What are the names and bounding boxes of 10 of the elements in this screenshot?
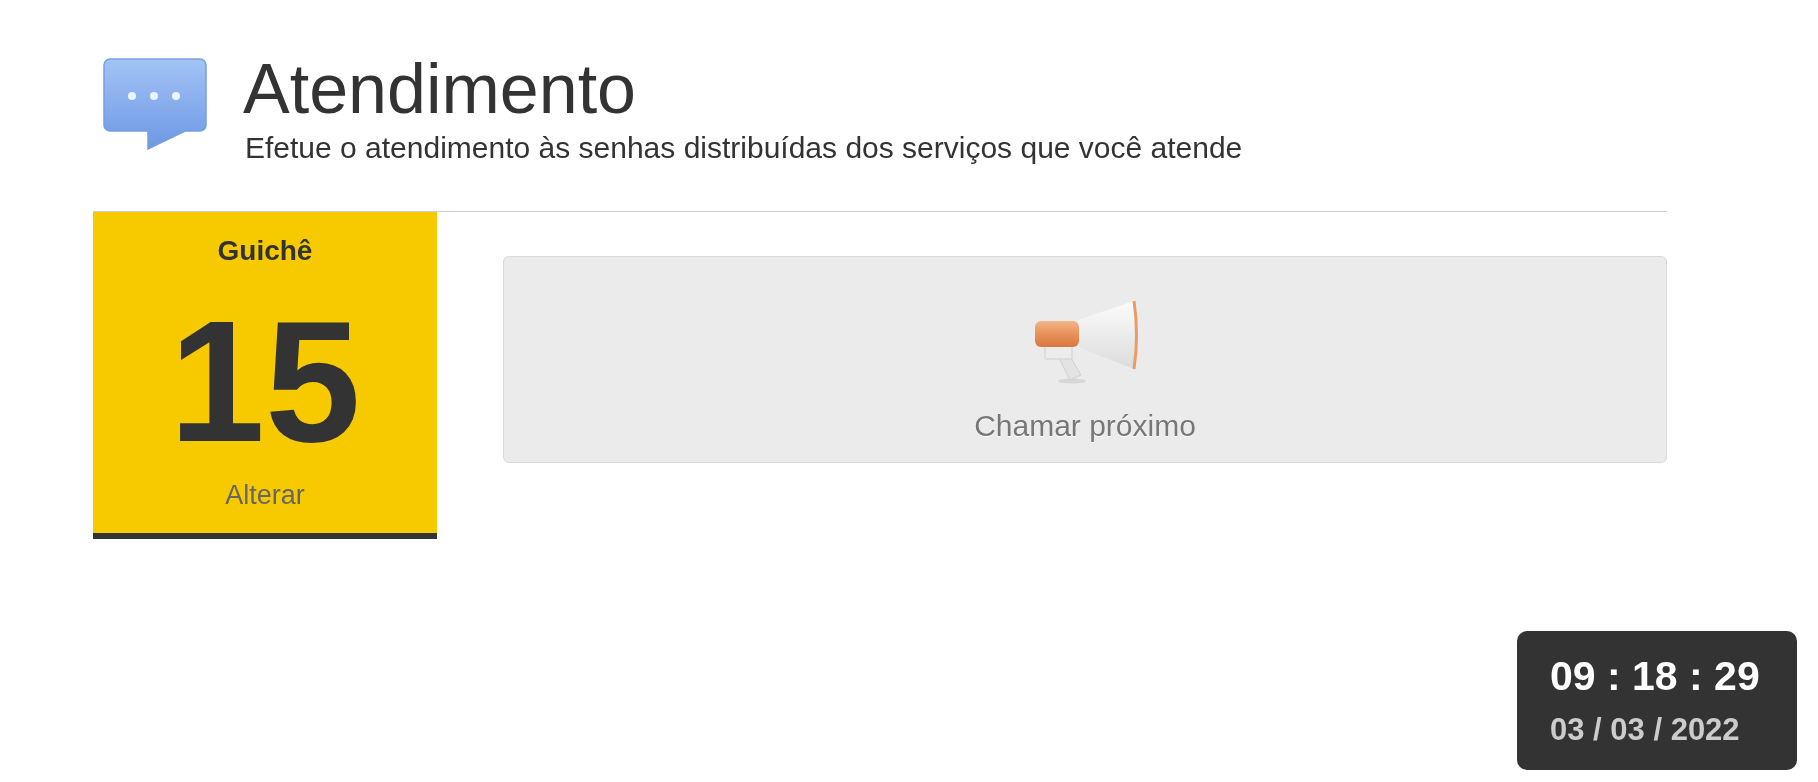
megaphone-icon [1032, 298, 1138, 385]
chat-bubble-icon [103, 58, 207, 150]
counter-label: Guichê [217, 236, 313, 266]
call-next-button[interactable]: Chamar próximo [503, 256, 1667, 463]
counter-number: 15 [169, 295, 361, 467]
page-subtitle: Efetue o atendimento às senhas distribuídas dos serviços que você atende [245, 132, 1243, 164]
clock-time: 09 : 18 : 29 [1550, 653, 1760, 699]
clock-date: 03 / 03 / 2022 [1550, 713, 1740, 747]
page-title: Atendimento [243, 56, 637, 122]
change-link[interactable]: Alterar [225, 480, 305, 510]
